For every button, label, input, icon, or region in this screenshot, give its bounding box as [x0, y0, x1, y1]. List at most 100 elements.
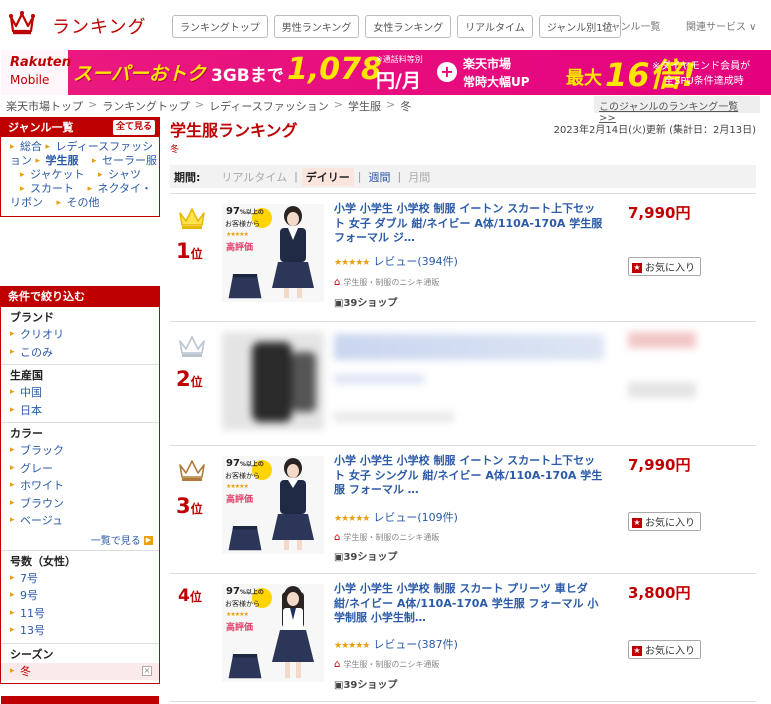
blurred-product-name[interactable] — [334, 334, 604, 360]
favorite-button[interactable]: ★ お気に入り — [628, 640, 701, 659]
rank-suffix: 位 — [190, 375, 203, 389]
ranking-item: 1位 97%以上の お客様から ★★★★★ 高評価 小学 小学生 小学校 制服 … — [170, 193, 756, 321]
genre-item-school-uniform[interactable]: 学生服 — [36, 154, 79, 167]
genre-list-header-link[interactable]: ジャンル一覧 — [601, 18, 661, 33]
banner-price: 1,078 — [287, 52, 382, 87]
product-name-link[interactable]: 小学 小学生 小学校 制服 イートン スカート上下セット 女子 シングル 紺/ネ… — [334, 454, 604, 498]
filter-option[interactable]: 7号 — [10, 570, 159, 588]
genre-item-shirt[interactable]: シャツ — [88, 168, 141, 181]
blurred-product-image[interactable] — [222, 332, 324, 430]
tab-daily[interactable]: デイリー — [301, 167, 354, 186]
filter-option[interactable]: ブラウン — [10, 495, 159, 513]
star-rating-icon: ★★★★★ — [334, 514, 370, 524]
badge-rating: 高評価 — [226, 243, 254, 253]
shop-row: ⌂ 学生服・制服のニシキ通販 — [334, 532, 439, 543]
breadcrumb-item[interactable]: 楽天市場トップ — [6, 98, 83, 114]
shop-home-icon: ⌂ — [334, 659, 341, 670]
product-name-link[interactable]: 小学 小学生 小学校 制服 スカート プリーツ 車ヒダ 紺/ネイビー A体/11… — [334, 582, 604, 626]
genre-item-skirt[interactable]: スカート — [10, 182, 74, 195]
badge-pct-suffix: %以上の — [239, 209, 264, 216]
blurred-shop — [334, 412, 454, 422]
favorite-button[interactable]: ★ お気に入り — [628, 257, 701, 276]
filter-option[interactable]: 13号 — [10, 622, 159, 640]
favorite-button[interactable]: ★ お気に入り — [628, 512, 701, 531]
rating-row: ★★★★★ レビュー(387件) — [334, 636, 458, 652]
shop-name-link[interactable]: 学生服・制服のニシキ通販 — [343, 278, 439, 287]
filter-option[interactable]: ベージュ — [10, 512, 159, 530]
updated-date: 2023年2月14日(火)更新 (集計日：2月13日) — [553, 125, 756, 136]
ranking-logo-text[interactable]: ランキング — [52, 13, 146, 39]
product-image[interactable]: 97%以上の お客様から ★★★★★ 高評価 — [222, 584, 324, 682]
shop-row: ⌂ 学生服・制服のニシキ通販 — [334, 277, 439, 288]
product-name-link[interactable]: 小学 小学生 小学校 制服 イートン スカート上下セット 女子 ダブル 紺/ネイ… — [334, 202, 604, 246]
filter-option[interactable]: 日本 — [10, 402, 159, 420]
product-price: 7,990円 — [628, 456, 691, 474]
tab-divider: | — [397, 170, 402, 183]
product-price: 3,800円 — [628, 584, 691, 602]
filter-option[interactable]: ホワイト — [10, 477, 159, 495]
genre-item-sailor[interactable]: セーラー服 — [82, 154, 157, 167]
tab-weekly[interactable]: 週間 — [369, 169, 391, 185]
rakuten-mobile-banner[interactable]: Rakuten Mobile スーパーおトク 3GBまで 1,078 ※通話料等… — [1, 50, 771, 95]
nav-ranking-top[interactable]: ランキングトップ — [172, 15, 268, 38]
filter-option[interactable]: グレー — [10, 460, 159, 478]
rank-number: 4位 — [178, 586, 202, 606]
top-nav: ランキングトップ 男性ランキング 女性ランキング リアルタイム ジャンル別1位 — [172, 15, 621, 38]
badge-customers: お客様から — [225, 220, 260, 228]
rank-number: 1位 — [176, 239, 203, 263]
rank-value: 3 — [176, 494, 191, 518]
review-count-link[interactable]: レビュー(394件) — [373, 255, 458, 268]
crown-logo-icon[interactable] — [9, 11, 35, 35]
filter-group-title: シーズン — [10, 647, 54, 661]
rank-suffix: 位 — [190, 502, 203, 516]
bronze-crown-icon — [179, 460, 205, 481]
blurred-figure — [252, 342, 292, 422]
badge-percent: 97%以上の — [226, 458, 264, 469]
genre-item-jacket[interactable]: ジャケット — [10, 168, 84, 181]
filter-option[interactable]: クリオリ — [10, 326, 159, 344]
genre-item-other[interactable]: その他 — [47, 196, 100, 209]
review-count-link[interactable]: レビュー(387件) — [373, 638, 458, 651]
filter-option[interactable]: 9号 — [10, 587, 159, 605]
product-image[interactable]: 97%以上の お客様から ★★★★★ 高評価 — [222, 456, 324, 554]
filter-group-color: カラー ブラック グレー ホワイト ブラウン ベージュ 一覧で見る ▶ — [1, 423, 159, 551]
color-see-more-link[interactable]: 一覧で見る ▶ — [91, 532, 153, 547]
breadcrumb: 楽天市場トップ > ランキングトップ > レディースファッション > 学生服 > 冬 — [6, 98, 411, 114]
banner-diamond-note-2: 全SPU条件達成時 — [664, 76, 744, 87]
related-services-dropdown[interactable]: 関連サービス ∨ — [686, 18, 757, 33]
tab-realtime[interactable]: リアルタイム — [221, 169, 287, 185]
blurred-favorite-button[interactable] — [628, 382, 696, 398]
genre-ranking-list-link[interactable]: このジャンルのランキング一覧 >> — [594, 96, 760, 124]
blurred-product-name-2 — [334, 374, 424, 384]
selected-season-filter[interactable]: 冬 × — [1, 662, 159, 680]
breadcrumb-item-current[interactable]: 冬 — [400, 98, 411, 114]
nav-female-ranking[interactable]: 女性ランキング — [365, 15, 452, 38]
badge-pct-suffix: %以上の — [239, 589, 264, 596]
nav-realtime[interactable]: リアルタイム — [457, 15, 533, 38]
product-price: 7,990円 — [628, 204, 691, 222]
genre-item-all[interactable]: 総合 — [10, 140, 42, 153]
shop-name-link[interactable]: 学生服・制服のニシキ通販 — [343, 660, 439, 669]
shop-name-link[interactable]: 学生服・制服のニシキ通販 — [343, 533, 439, 542]
see-all-button[interactable]: 全て見る — [112, 120, 155, 135]
filter-option[interactable]: ブラック — [10, 442, 159, 460]
breadcrumb-item[interactable]: 学生服 — [348, 98, 381, 114]
nav-male-ranking[interactable]: 男性ランキング — [273, 15, 360, 38]
shop-39-badge: ▣39ショップ — [334, 548, 397, 563]
review-count-link[interactable]: レビュー(109件) — [373, 511, 458, 524]
uniform-photo — [272, 458, 314, 550]
product-image[interactable]: 97%以上の お客様から ★★★★★ 高評価 — [222, 204, 324, 302]
breadcrumb-item[interactable]: レディースファッション — [209, 98, 329, 114]
rank-number: 3位 — [176, 494, 203, 518]
rank-value: 2 — [176, 367, 191, 391]
filter-option[interactable]: このみ — [10, 344, 159, 362]
rank-value: 4 — [178, 586, 190, 606]
star-icon: ★ — [632, 518, 642, 528]
tab-monthly[interactable]: 月間 — [408, 169, 430, 185]
filter-option[interactable]: 中国 — [10, 384, 159, 402]
breadcrumb-item[interactable]: ランキングトップ — [102, 98, 190, 114]
blurred-price — [628, 332, 696, 348]
clear-filter-icon[interactable]: × — [142, 665, 152, 676]
filter-option[interactable]: 11号 — [10, 605, 159, 623]
plus-icon: + — [437, 62, 457, 82]
